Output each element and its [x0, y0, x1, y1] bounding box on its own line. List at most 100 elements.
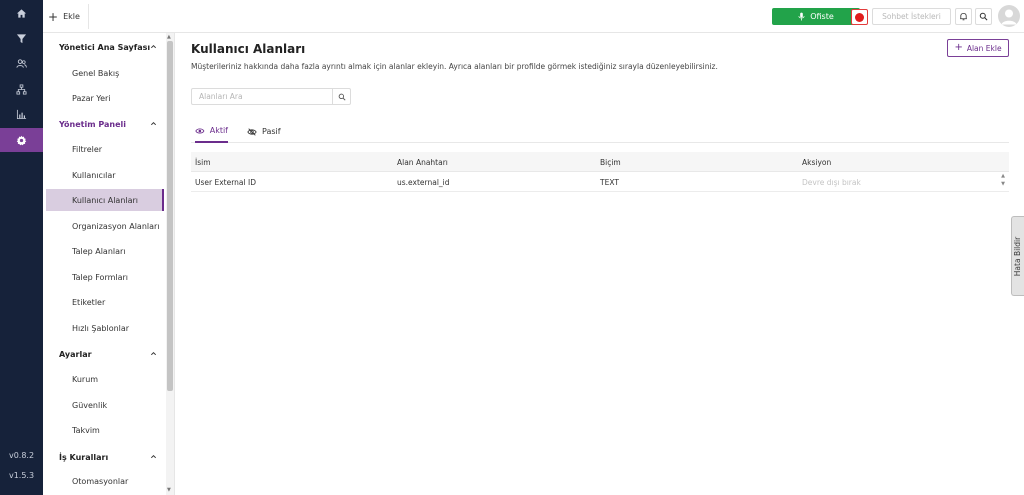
- office-status-label: Ofiste: [810, 12, 834, 21]
- sidebar-section-business-rules[interactable]: İş Kuralları: [43, 444, 167, 470]
- main-content: Kullanıcı Alanları Müşterileriniz hakkın…: [176, 33, 1024, 495]
- sidebar-item-label: Kullanıcı Alanları: [72, 195, 139, 205]
- table-header: İsim Alan Anahtarı Biçim Aksiyon: [191, 152, 1009, 172]
- sidebar-item-organization-fields[interactable]: Organizasyon Alanları: [46, 215, 164, 237]
- chart-icon[interactable]: [0, 103, 43, 125]
- gear-icon[interactable]: [0, 128, 43, 152]
- chevron-up-icon: [150, 454, 157, 459]
- sidebar-item-label: Takvim: [72, 425, 100, 435]
- sidebar-item-overview[interactable]: Genel Bakış: [46, 62, 164, 84]
- record-button[interactable]: [851, 9, 868, 25]
- bell-icon: [960, 12, 967, 21]
- admin-sidebar: Yönetici Ana Sayfası Genel Bakış Pazar Y…: [43, 33, 175, 495]
- sidebar-item-label: Talep Alanları: [72, 246, 126, 256]
- column-header-field-key: Alan Anahtarı: [397, 157, 448, 167]
- sidebar-item-quick-templates[interactable]: Hızlı Şablonlar: [46, 317, 164, 339]
- scroll-up-arrow-icon[interactable]: ▲: [167, 34, 171, 40]
- cell-name: User External ID: [195, 177, 256, 187]
- tab-active[interactable]: Aktif: [195, 120, 228, 143]
- sidebar-item-marketplace[interactable]: Pazar Yeri: [46, 87, 164, 109]
- sidebar-item-label: Filtreler: [72, 144, 103, 154]
- sidebar-item-organization[interactable]: Kurum: [46, 368, 164, 390]
- top-bar: + Ekle Ofiste Sohbet İstekleri: [43, 0, 1024, 33]
- column-header-name: İsim: [195, 157, 211, 167]
- search-input[interactable]: [192, 89, 333, 104]
- status-tabs: Aktif Pasif: [191, 120, 1009, 143]
- plus-icon: +: [48, 9, 59, 24]
- home-icon[interactable]: [0, 2, 43, 24]
- search-icon: [338, 93, 346, 101]
- sidebar-item-users[interactable]: Kullanıcılar: [46, 164, 164, 186]
- sidebar-item-security[interactable]: Güvenlik: [46, 394, 164, 416]
- sidebar-section-label: Yönetim Paneli: [59, 119, 127, 129]
- add-button[interactable]: + Ekle: [43, 4, 89, 29]
- cell-field-key: us.external_id: [397, 177, 450, 187]
- eye-off-icon: [247, 127, 257, 136]
- tab-label: Pasif: [262, 127, 281, 136]
- office-status-button[interactable]: Ofiste: [772, 8, 860, 25]
- notifications-button[interactable]: [955, 8, 972, 25]
- scroll-down-arrow-icon[interactable]: ▼: [167, 487, 171, 493]
- global-search-button[interactable]: [975, 8, 992, 25]
- sidebar-item-automations[interactable]: Otomasyonlar: [46, 470, 164, 492]
- filter-icon[interactable]: [0, 27, 43, 49]
- sidebar-item-label: Kullanıcılar: [72, 170, 116, 180]
- chevron-up-icon: [150, 121, 157, 126]
- sidebar-item-ticket-forms[interactable]: Talep Formları: [46, 266, 164, 288]
- sidebar-item-label: Talep Formları: [72, 272, 129, 282]
- row-scroll-arrows[interactable]: ▲ ▼: [999, 172, 1007, 192]
- sidebar-item-label: Güvenlik: [72, 400, 108, 410]
- eye-icon: [195, 127, 205, 134]
- sidebar-item-tags[interactable]: Etiketler: [46, 291, 164, 313]
- sidebar-item-label: Kurum: [72, 374, 99, 384]
- bug-report-tab[interactable]: Hata Bildir: [1011, 216, 1024, 296]
- version-label-backend: v1.5.3: [8, 471, 35, 480]
- sidebar-item-label: Etiketler: [72, 297, 106, 307]
- tab-label: Aktif: [209, 126, 228, 135]
- sidebar-item-label: Genel Bakış: [72, 68, 120, 78]
- chat-requests-button[interactable]: Sohbet İstekleri: [872, 8, 951, 25]
- add-field-label: Alan Ekle: [966, 43, 1002, 53]
- chevron-up-icon: [150, 351, 157, 356]
- sidebar-section-label: İş Kuralları: [59, 452, 109, 462]
- record-icon: [855, 12, 864, 22]
- plus-icon: +: [954, 42, 963, 53]
- users-icon[interactable]: [0, 52, 43, 74]
- column-header-action: Aksiyon: [802, 157, 832, 167]
- left-rail: v0.8.2 v1.5.3: [0, 0, 43, 495]
- sidebar-item-filters[interactable]: Filtreler: [46, 138, 164, 160]
- sidebar-section-label: Yönetici Ana Sayfası: [59, 42, 151, 52]
- user-avatar-icon: [1001, 9, 1017, 25]
- add-field-button[interactable]: + Alan Ekle: [947, 39, 1009, 57]
- sidebar-item-label: Organizasyon Alanları: [72, 221, 160, 231]
- disable-action-link[interactable]: Devre dışı bırak: [802, 172, 861, 192]
- page-description: Müşterileriniz hakkında daha fazla ayrın…: [191, 62, 718, 71]
- sidebar-item-label: Otomasyonlar: [72, 476, 129, 486]
- sidebar-scrollbar[interactable]: ▲ ▼: [166, 33, 174, 495]
- sidebar-section-admin-home[interactable]: Yönetici Ana Sayfası: [43, 34, 167, 60]
- sidebar-item-ticket-fields[interactable]: Talep Alanları: [46, 240, 164, 262]
- sidebar-item-calendar[interactable]: Takvim: [46, 419, 164, 441]
- sidebar-section-settings[interactable]: Ayarlar: [43, 341, 167, 367]
- search-button[interactable]: [332, 89, 350, 104]
- sidebar-section-label: Ayarlar: [59, 349, 92, 359]
- version-label-frontend: v0.8.2: [8, 451, 35, 460]
- sitemap-icon[interactable]: [0, 78, 43, 100]
- sidebar-section-admin-panel[interactable]: Yönetim Paneli: [43, 111, 167, 137]
- app-root: v0.8.2 v1.5.3 + Ekle Ofiste Sohbet İstek…: [0, 0, 1024, 495]
- sidebar-item-label: Hızlı Şablonlar: [72, 323, 130, 333]
- microphone-icon: [798, 12, 805, 21]
- avatar[interactable]: [998, 5, 1020, 27]
- add-button-label: Ekle: [63, 12, 80, 21]
- column-header-format: Biçim: [600, 157, 621, 167]
- user-fields-table: İsim Alan Anahtarı Biçim Aksiyon User Ex…: [191, 152, 1009, 192]
- page-title: Kullanıcı Alanları: [191, 42, 306, 56]
- bug-report-label: Hata Bildir: [1013, 236, 1023, 276]
- sidebar-item-user-fields[interactable]: Kullanıcı Alanları: [46, 189, 164, 211]
- chevron-up-icon: [150, 44, 157, 49]
- table-row[interactable]: User External ID us.external_id TEXT Dev…: [191, 172, 1009, 192]
- sidebar-scroll-thumb[interactable]: [167, 41, 173, 391]
- tab-passive[interactable]: Pasif: [247, 120, 287, 143]
- cell-format: TEXT: [600, 177, 619, 187]
- search-icon: [979, 12, 988, 21]
